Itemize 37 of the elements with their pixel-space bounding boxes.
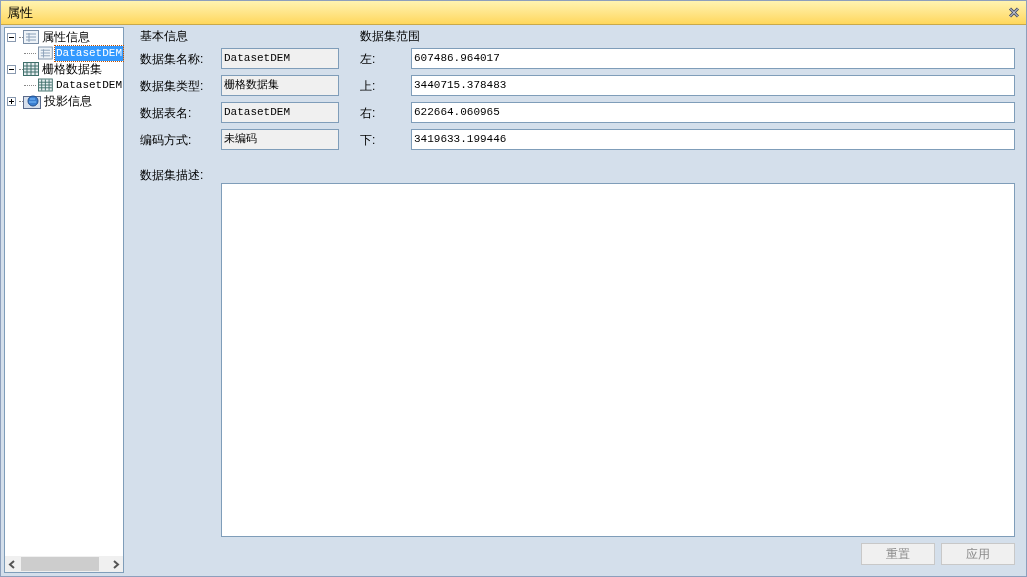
readonly-field[interactable]: DatasetDEM xyxy=(221,102,339,123)
group-title: 数据集范围 xyxy=(360,28,421,45)
input-field[interactable]: 3440715.378483 xyxy=(411,75,1015,96)
collapse-toggle[interactable] xyxy=(7,64,16,74)
grid-icon xyxy=(23,62,39,76)
input-field[interactable]: 607486.964017 xyxy=(411,48,1015,69)
input-field[interactable]: 3419633.199446 xyxy=(411,129,1015,150)
collapse-toggle[interactable] xyxy=(7,32,16,42)
horizontal-scrollbar[interactable] xyxy=(5,556,123,572)
field-label: 下: xyxy=(360,131,377,149)
input-field[interactable]: 622664.060965 xyxy=(411,102,1015,123)
field-label: 编码方式: xyxy=(140,131,193,149)
tree-item[interactable]: DatasetDEM xyxy=(55,77,123,93)
close-icon[interactable] xyxy=(1008,7,1020,18)
field-label: 左: xyxy=(360,50,377,68)
table-icon xyxy=(38,46,53,60)
scroll-left-icon[interactable] xyxy=(8,559,16,569)
field-label: 数据表名: xyxy=(140,104,193,122)
window-title: 属性 xyxy=(7,3,33,22)
readonly-field[interactable]: 未编码 xyxy=(221,129,339,150)
scroll-right-icon[interactable] xyxy=(112,559,120,569)
tree-item[interactable]: 属性信息 xyxy=(41,29,91,45)
readonly-field[interactable]: DatasetDEM xyxy=(221,48,339,69)
group-title: 基本信息 xyxy=(140,28,189,45)
field-label: 数据集描述: xyxy=(140,167,205,183)
field-label: 数据集类型: xyxy=(140,77,205,95)
tree-item[interactable]: 投影信息 xyxy=(43,93,93,109)
field-label: 右: xyxy=(360,104,377,122)
expand-toggle[interactable] xyxy=(7,96,16,106)
tree-item[interactable]: 栅格数据集 xyxy=(41,61,103,77)
grid-icon xyxy=(38,78,53,92)
globe-icon xyxy=(23,93,41,109)
field-label: 上: xyxy=(360,77,377,95)
field-label: 数据集名称: xyxy=(140,50,205,68)
scrollbar-thumb[interactable] xyxy=(21,557,99,571)
readonly-field[interactable]: 栅格数据集 xyxy=(221,75,339,96)
table-icon xyxy=(23,30,39,44)
